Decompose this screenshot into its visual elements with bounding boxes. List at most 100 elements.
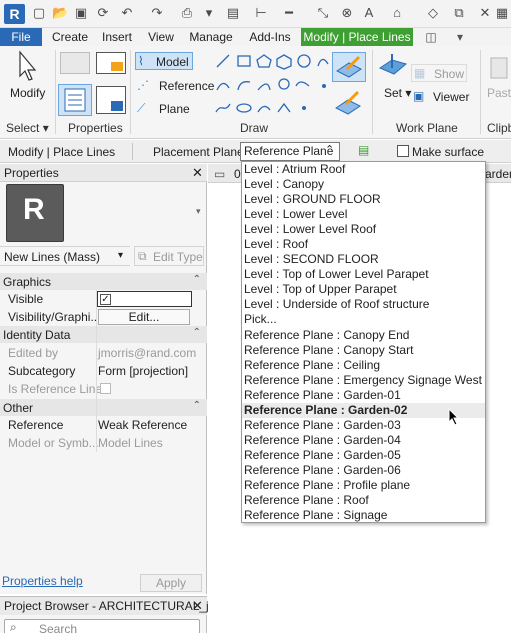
set-workplane-icon[interactable] (378, 52, 408, 78)
print-dropdown-icon[interactable]: ▾ (202, 6, 216, 20)
tab-extra-icon[interactable]: ◫ (420, 28, 442, 46)
edit-type-button[interactable]: ⧉ Edit Type (134, 246, 204, 266)
make-surface-checkbox[interactable] (397, 145, 409, 157)
dropdown-item[interactable]: Pick... (242, 312, 485, 327)
properties-toggle-icon[interactable] (58, 84, 92, 116)
view-tab-1[interactable]: 0 (234, 167, 241, 181)
modify-cursor-icon[interactable] (12, 50, 40, 82)
info-icon[interactable]: ▢ (32, 6, 46, 20)
dropdown-item[interactable]: Reference Plane : Profile plane (242, 478, 485, 493)
dropdown-item[interactable]: Reference Plane : Garden-01 (242, 388, 485, 403)
edit-type-icon: ⧉ (138, 249, 147, 263)
group-identity-data[interactable]: Identity Data ⌃ (0, 326, 207, 343)
tab-manage[interactable]: Manage (184, 28, 238, 46)
chevron-up-icon[interactable]: ⌃ (325, 143, 334, 156)
set-button[interactable]: Set ▾ (384, 86, 411, 100)
redo-icon[interactable]: ↷ (150, 6, 164, 20)
dropdown-item[interactable]: Level : Roof (242, 237, 485, 252)
tab-file[interactable]: File (0, 28, 42, 46)
save-icon[interactable]: ▣ (74, 6, 88, 20)
viewer-button[interactable]: ▣ Viewer (411, 88, 471, 106)
quick-access-toolbar: R ▢ 📂 ▣ ⟳ ↶ ↷ ⎙ ▾ ▤ ⊢ ━ ⤡ ⊗ A ⌂ ◇ ⧉ ✕ ▦ (0, 0, 511, 28)
plane-button[interactable]: ⟋ Plane (137, 100, 193, 118)
draw-tools-grid[interactable] (214, 52, 334, 118)
undo-icon[interactable]: ↶ (120, 6, 134, 20)
tab-view[interactable]: View (142, 28, 180, 46)
dropdown-item[interactable]: Level : SECOND FLOOR (242, 252, 485, 267)
dropdown-item[interactable]: Reference Plane : Garden-05 (242, 448, 485, 463)
visibility-edit-button[interactable]: Edit... (98, 309, 190, 325)
paste-button[interactable]: Paste (487, 86, 511, 100)
close-icon[interactable]: ✕ (192, 165, 203, 181)
dropdown-item[interactable]: Level : Underside of Roof structure (242, 297, 485, 312)
draw-on-face-icon[interactable] (332, 52, 366, 82)
dropdown-item[interactable]: Reference Plane : Garden-04 (242, 433, 485, 448)
align-icon[interactable]: ⊢ (254, 6, 268, 20)
properties-help-link[interactable]: Properties help (2, 574, 83, 588)
dropdown-item[interactable]: Reference Plane : Emergency Signage West (242, 373, 485, 388)
dropdown-item[interactable]: Level : Top of Upper Parapet (242, 282, 485, 297)
apply-button[interactable]: Apply (140, 574, 202, 592)
dropdown-item[interactable]: Reference Plane : Signage (242, 508, 485, 522)
model-line-button[interactable]: ⌇ Model (135, 52, 193, 70)
type-selector-icon[interactable] (96, 86, 126, 114)
dropdown-item[interactable]: Reference Plane : Ceiling (242, 358, 485, 373)
row-subcategory[interactable]: Subcategory Form [projection] (0, 362, 207, 380)
draw-panel-label: Draw (240, 121, 269, 135)
type-properties-icon[interactable] (60, 52, 90, 74)
type-selector[interactable]: New Lines (Mass) ▾ (0, 246, 130, 266)
family-types-icon[interactable] (96, 52, 126, 74)
properties-panel-label: Properties (68, 121, 123, 135)
measure-icon[interactable]: ⤡ (316, 6, 330, 20)
show-workplane-icon[interactable]: ▤ (358, 143, 369, 157)
dropdown-item[interactable]: Reference Plane : Garden-06 (242, 463, 485, 478)
sync-icon[interactable]: ⟳ (96, 6, 110, 20)
dropdown-item[interactable]: Level : Canopy (242, 177, 485, 192)
search-input[interactable]: ⌕ Search (4, 619, 200, 633)
column-divider (96, 290, 97, 452)
close-icon[interactable]: ✕ (192, 598, 203, 614)
divider (130, 50, 131, 134)
dropdown-item[interactable]: Level : GROUND FLOOR (242, 192, 485, 207)
show-button[interactable]: ▦ Show (411, 64, 467, 82)
thin-lines-icon[interactable]: ━ (282, 6, 296, 20)
tab-add-ins[interactable]: Add-Ins (244, 28, 296, 46)
tab-dropdown-icon[interactable]: ▾ (452, 28, 468, 46)
view-tab-2[interactable]: arden (485, 167, 511, 181)
dropdown-item[interactable]: Reference Plane : Canopy End (242, 328, 485, 343)
modify-button[interactable]: Modify (10, 86, 45, 100)
print-icon[interactable]: ⎙ (180, 6, 194, 20)
mouse-cursor-icon (448, 408, 460, 426)
window-icon[interactable]: ▦ (495, 6, 509, 20)
section-icon[interactable]: ◇ (426, 6, 440, 20)
visible-field[interactable]: ✓ (97, 291, 192, 307)
type-scroll-icon[interactable]: ▾ (196, 206, 201, 217)
tab-modify-place-lines[interactable]: Modify | Place Lines (301, 28, 413, 46)
placement-plane-dropdown: Level : Atrium Roof Level : Canopy Level :… (241, 161, 486, 523)
group-graphics[interactable]: Graphics ⌃ (0, 273, 207, 290)
dropdown-item[interactable]: Level : Atrium Roof (242, 162, 485, 177)
close-hidden-icon[interactable]: ✕ (478, 6, 492, 20)
revit-logo[interactable]: R (4, 4, 25, 24)
dropdown-item[interactable]: Level : Lower Level Roof (242, 222, 485, 237)
3d-view-icon[interactable]: ▤ (226, 6, 240, 20)
tab-insert[interactable]: Insert (96, 28, 138, 46)
reference-line-button[interactable]: ⋰ Reference (137, 77, 214, 95)
dropdown-item[interactable]: Level : Lower Level (242, 207, 485, 222)
row-reference[interactable]: Reference Weak Reference (0, 416, 207, 434)
paste-icon[interactable] (487, 54, 511, 80)
select-panel-label[interactable]: Select ▾ (6, 121, 49, 135)
dropdown-item[interactable]: Reference Plane : Roof (242, 493, 485, 508)
visible-checkbox[interactable]: ✓ (100, 294, 111, 305)
view-tab-icon[interactable]: ▭ (214, 167, 225, 181)
dropdown-item[interactable]: Level : Top of Lower Level Parapet (242, 267, 485, 282)
default-3d-icon[interactable]: ⌂ (390, 6, 404, 20)
tab-create[interactable]: Create (48, 28, 92, 46)
dropdown-item[interactable]: Reference Plane : Canopy Start (242, 343, 485, 358)
dimension-icon[interactable]: ⊗ (340, 6, 354, 20)
text-icon[interactable]: A (362, 6, 376, 20)
switch-windows-icon[interactable]: ⧉ (452, 6, 466, 20)
draw-on-workplane-icon[interactable] (332, 88, 366, 116)
group-other[interactable]: Other ⌃ (0, 399, 207, 416)
open-icon[interactable]: 📂 (52, 6, 68, 20)
